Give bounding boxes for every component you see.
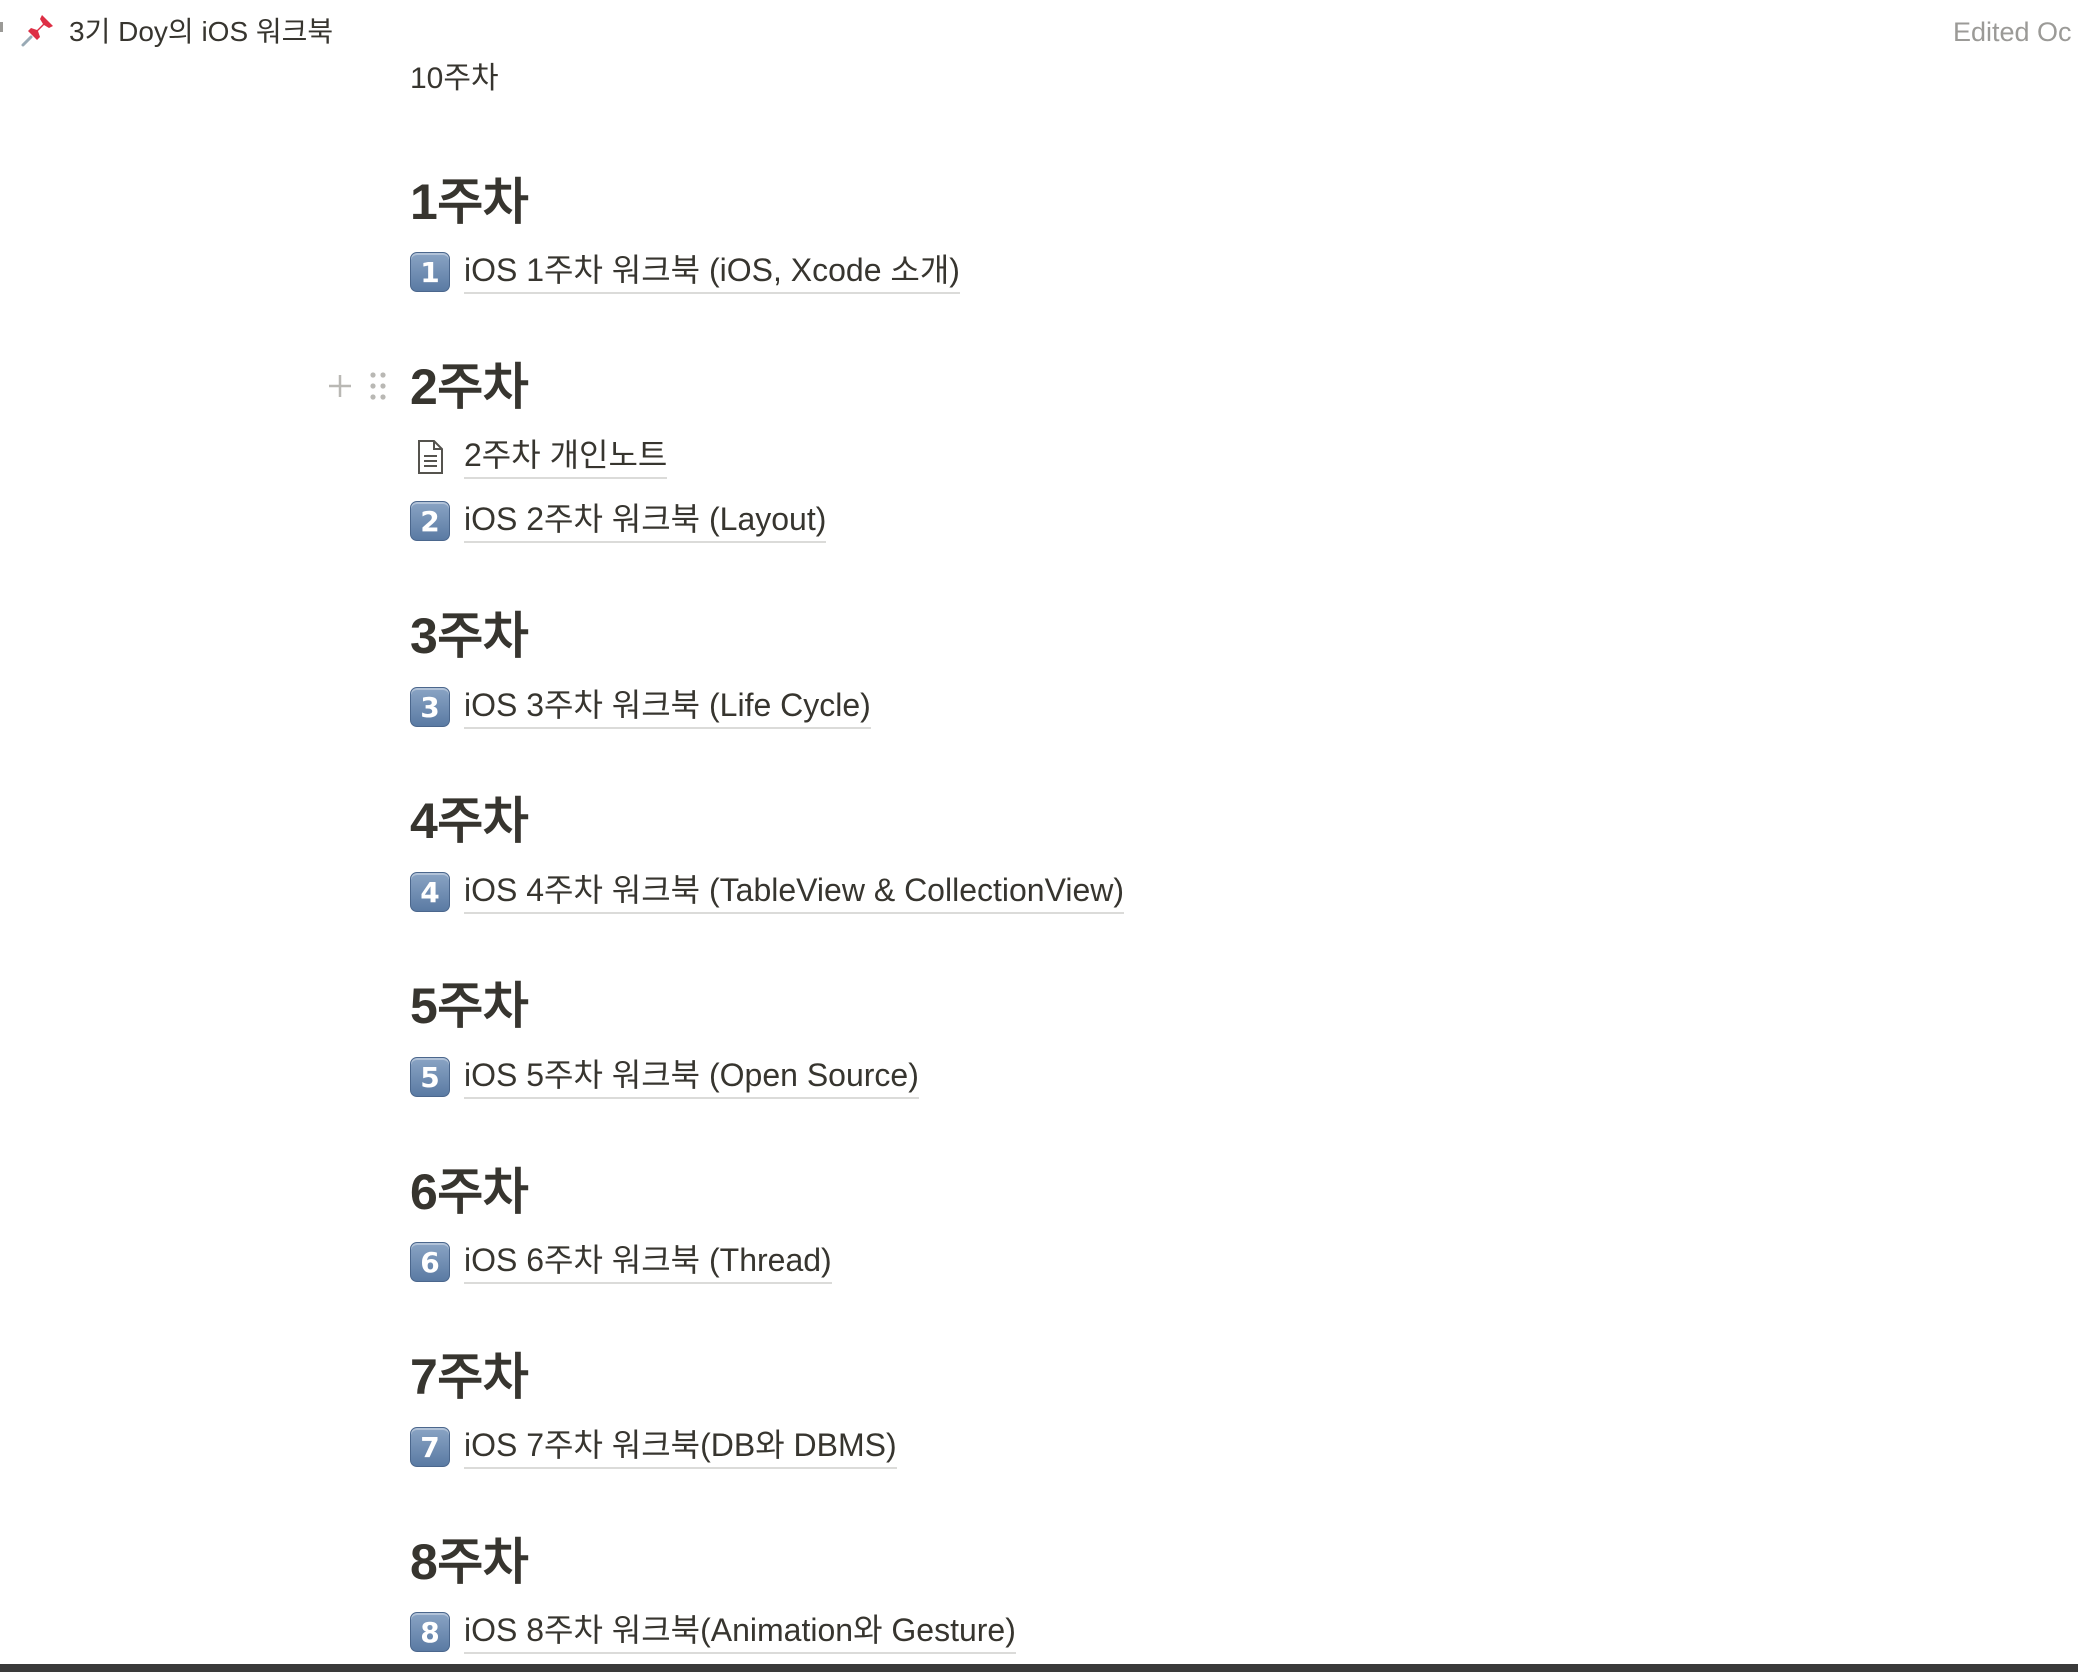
heading-week-3[interactable]: 3주차 [410, 606, 529, 666]
heading-week-2[interactable]: 2주차 [410, 357, 529, 417]
link-label: iOS 2주차 워크북 (Layout) [464, 499, 827, 543]
keycap-6-icon: 6 [410, 1242, 450, 1282]
link-workbook-week-4[interactable]: 4 iOS 4주차 워크북 (TableView & CollectionVie… [410, 867, 1125, 917]
link-workbook-week-2[interactable]: 2 iOS 2주차 워크북 (Layout) [410, 496, 827, 546]
link-label: iOS 7주차 워크북(DB와 DBMS) [464, 1425, 897, 1469]
link-workbook-week-6[interactable]: 6 iOS 6주차 워크북 (Thread) [410, 1237, 832, 1287]
link-label: iOS 1주차 워크북 (iOS, Xcode 소개) [464, 250, 960, 294]
keycap-3-icon: 3 [410, 687, 450, 727]
link-label: iOS 6주차 워크북 (Thread) [464, 1240, 832, 1284]
link-workbook-week-1[interactable]: 1 iOS 1주차 워크북 (iOS, Xcode 소개) [410, 247, 960, 297]
keycap-2-icon: 2 [410, 501, 450, 541]
link-personal-note-week-2[interactable]: 2주차 개인노트 [410, 432, 668, 482]
heading-week-7[interactable]: 7주차 [410, 1347, 529, 1407]
heading-week-1[interactable]: 1주차 [410, 172, 529, 232]
keycap-7-icon: 7 [410, 1427, 450, 1467]
link-workbook-week-3[interactable]: 3 iOS 3주차 워크북 (Life Cycle) [410, 682, 871, 732]
keycap-4-icon: 4 [410, 872, 450, 912]
heading-week-4[interactable]: 4주차 [410, 791, 529, 851]
link-label: iOS 3주차 워크북 (Life Cycle) [464, 685, 871, 729]
drag-handle-icon[interactable] [368, 370, 388, 402]
link-label: iOS 4주차 워크북 (TableView & CollectionView) [464, 870, 1125, 914]
link-workbook-week-7[interactable]: 7 iOS 7주차 워크북(DB와 DBMS) [410, 1422, 897, 1472]
block-handle[interactable] [326, 366, 388, 406]
page-content: 1주차 1 iOS 1주차 워크북 (iOS, Xcode 소개) 2주차 2주… [0, 0, 2078, 1672]
heading-week-6[interactable]: 6주차 [410, 1162, 529, 1222]
link-label: 2주차 개인노트 [464, 435, 668, 479]
keycap-1-icon: 1 [410, 252, 450, 292]
bottom-border [0, 1664, 2078, 1672]
link-label: iOS 8주차 워크북(Animation와 Gesture) [464, 1610, 1016, 1654]
link-workbook-week-8[interactable]: 8 iOS 8주차 워크북(Animation와 Gesture) [410, 1607, 1016, 1657]
heading-week-5[interactable]: 5주차 [410, 976, 529, 1036]
heading-week-8[interactable]: 8주차 [410, 1532, 529, 1592]
plus-icon[interactable] [326, 372, 354, 400]
keycap-5-icon: 5 [410, 1057, 450, 1097]
link-label: iOS 5주차 워크북 (Open Source) [464, 1055, 919, 1099]
keycap-8-icon: 8 [410, 1612, 450, 1652]
link-workbook-week-5[interactable]: 5 iOS 5주차 워크북 (Open Source) [410, 1052, 919, 1102]
page-icon [418, 440, 443, 474]
